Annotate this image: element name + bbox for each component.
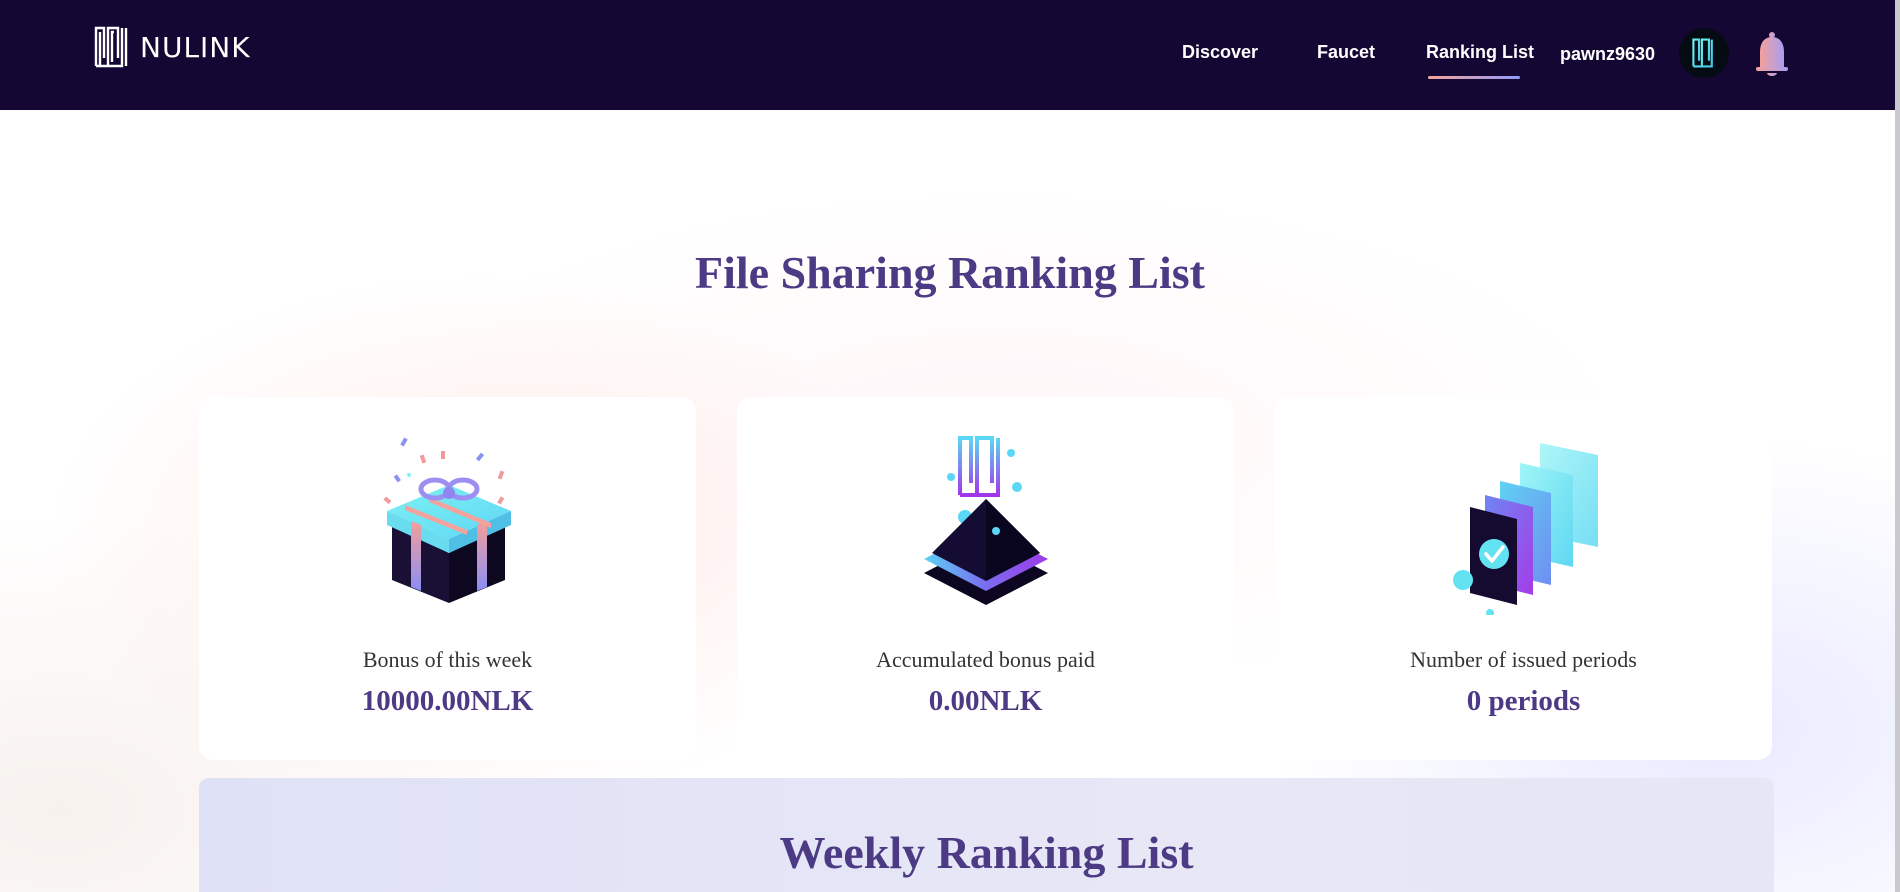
nav-ranking-list[interactable]: Ranking List — [1426, 42, 1534, 63]
active-nav-indicator — [1428, 76, 1520, 79]
weekly-ranking-panel: Weekly Ranking List — [199, 778, 1774, 892]
username[interactable]: pawnz9630 — [1560, 44, 1655, 65]
issued-periods-card: Number of issued periods 0 periods — [1275, 397, 1772, 760]
accumulated-bonus-card: Accumulated bonus paid 0.00NLK — [737, 397, 1234, 760]
page-title: File Sharing Ranking List — [695, 247, 1205, 298]
card-value: 0 periods — [1466, 685, 1581, 717]
nav-discover[interactable]: Discover — [1182, 42, 1258, 63]
card-label: Number of issued periods — [1410, 647, 1637, 672]
brand-logo[interactable]: NULINK — [94, 26, 251, 68]
scrollbar-thumb[interactable] — [1895, 0, 1900, 892]
card-value: 10000.00NLK — [361, 685, 534, 717]
avatar[interactable] — [1679, 28, 1729, 78]
nulink-pyramid-icon — [924, 436, 1048, 605]
stacked-documents-check-icon — [1453, 443, 1598, 615]
weekly-ranking-title: Weekly Ranking List — [779, 827, 1194, 878]
top-navigation-bar: NULINK Discover Faucet Ranking List pawn… — [0, 0, 1895, 110]
notification-bell-icon[interactable] — [1752, 30, 1792, 78]
card-value: 0.00NLK — [928, 685, 1043, 717]
scrollbar[interactable] — [1895, 0, 1900, 892]
nulink-avatar-icon — [1692, 38, 1716, 68]
nulink-logo-icon — [94, 26, 128, 68]
bonus-this-week-card: Bonus of this week 10000.00NLK — [199, 397, 696, 760]
nav-faucet[interactable]: Faucet — [1317, 42, 1375, 63]
gift-box-icon — [383, 437, 511, 603]
card-label: Bonus of this week — [362, 647, 533, 672]
card-label: Accumulated bonus paid — [876, 647, 1095, 672]
brand-name: NULINK — [140, 30, 251, 64]
